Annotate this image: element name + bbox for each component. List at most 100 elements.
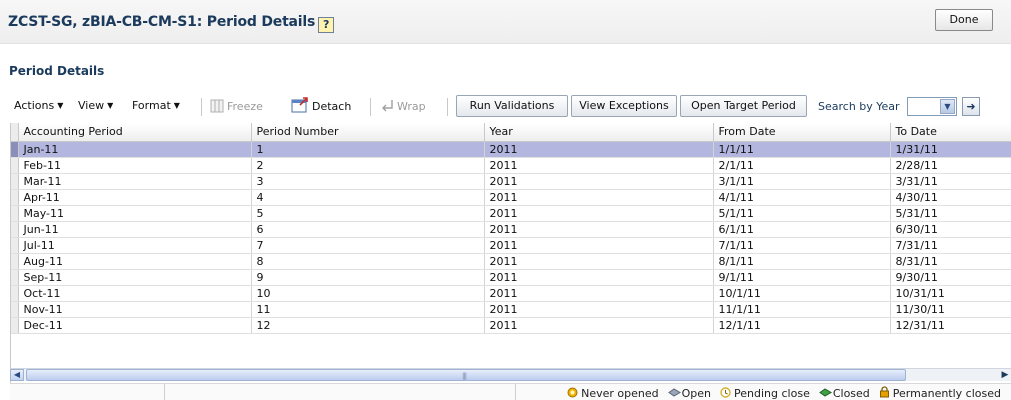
- row-header[interactable]: [11, 253, 19, 270]
- table-cell: 6: [251, 221, 485, 238]
- table-row[interactable]: Jun-11 6 2011 6/1/11 6/30/11: [11, 221, 1011, 238]
- table-cell: Oct-11: [18, 285, 252, 302]
- view-exceptions-button[interactable]: View Exceptions: [571, 95, 677, 117]
- table-cell: 3/31/11: [890, 173, 1011, 190]
- go-button[interactable]: ➜: [962, 97, 980, 116]
- table-cell: 2011: [484, 253, 714, 270]
- grip-icon: |||: [462, 372, 467, 380]
- column-header[interactable]: Period Number: [251, 123, 485, 142]
- view-menu[interactable]: View ▼: [78, 99, 113, 112]
- freeze-icon: [210, 99, 224, 116]
- closed-icon: [818, 387, 832, 397]
- table-cell: 2011: [484, 173, 714, 190]
- table-row[interactable]: Jul-11 7 2011 7/1/11 7/31/11: [11, 237, 1011, 254]
- open-target-period-button[interactable]: Open Target Period: [680, 95, 807, 117]
- table-row[interactable]: Aug-11 8 2011 8/1/11 8/31/11: [11, 253, 1011, 270]
- row-header[interactable]: [11, 189, 19, 206]
- table-row[interactable]: Oct-11 10 2011 10/1/11 10/31/11: [11, 285, 1011, 302]
- row-header[interactable]: [11, 205, 19, 222]
- table-cell: 2011: [484, 141, 714, 158]
- table-cell: Jan-11: [18, 141, 252, 158]
- scroll-right-icon[interactable]: ▶: [999, 369, 1011, 381]
- help-icon[interactable]: ?: [318, 17, 335, 33]
- chevron-down-icon[interactable]: ▼: [940, 99, 955, 114]
- status-cell: [10, 384, 165, 400]
- year-select[interactable]: ▼: [907, 97, 957, 116]
- row-header[interactable]: [11, 285, 19, 302]
- table-cell: 11/30/11: [890, 301, 1011, 318]
- actions-menu[interactable]: Actions ▼: [14, 99, 63, 112]
- row-header[interactable]: [11, 237, 19, 254]
- row-header[interactable]: [11, 301, 19, 318]
- detach-button[interactable]: Detach: [291, 96, 351, 116]
- table-row[interactable]: Mar-11 3 2011 3/1/11 3/31/11: [11, 173, 1011, 190]
- table-cell: 2: [251, 157, 485, 174]
- table-cell: 7/31/11: [890, 237, 1011, 254]
- table-cell: 9/1/11: [713, 269, 891, 286]
- freeze-button[interactable]: Freeze: [210, 99, 263, 116]
- row-header[interactable]: [11, 173, 19, 190]
- page-title-text: ZCST-SG, zBIA-CB-CM-S1: Period Details: [8, 14, 316, 30]
- table-cell: 4/30/11: [890, 189, 1011, 206]
- period-table: Accounting Period Period Number Year Fro…: [10, 123, 1011, 389]
- table-cell: 10/1/11: [713, 285, 891, 302]
- legend-item: Closed: [818, 387, 870, 400]
- table-header-row: Accounting Period Period Number Year Fro…: [11, 123, 1011, 142]
- table-row[interactable]: Sep-11 9 2011 9/1/11 9/30/11: [11, 269, 1011, 286]
- row-header[interactable]: [11, 141, 19, 158]
- table-cell: 10/31/11: [890, 285, 1011, 302]
- table-cell: 7: [251, 237, 485, 254]
- column-header[interactable]: From Date: [713, 123, 891, 142]
- table-cell: 7/1/11: [713, 237, 891, 254]
- wrap-icon: [380, 99, 394, 116]
- format-menu[interactable]: Format ▼: [132, 99, 180, 112]
- table-row[interactable]: May-11 5 2011 5/1/11 5/31/11: [11, 205, 1011, 222]
- table-cell: 2011: [484, 157, 714, 174]
- format-menu-label: Format: [132, 99, 171, 112]
- column-header[interactable]: Accounting Period: [18, 123, 252, 142]
- never-opened-icon: [567, 387, 578, 398]
- table-cell: 6/30/11: [890, 221, 1011, 238]
- scrollbar-thumb[interactable]: |||: [26, 369, 906, 381]
- column-header[interactable]: To Date: [890, 123, 1011, 142]
- table-cell: 10: [251, 285, 485, 302]
- wrap-button[interactable]: Wrap: [380, 99, 426, 116]
- detach-label: Detach: [312, 100, 352, 113]
- run-validations-button[interactable]: Run Validations: [456, 95, 568, 117]
- legend-item: Never opened: [567, 387, 659, 400]
- status-bar: Never opened Open Pending close Closed Perma…: [10, 383, 1011, 400]
- wrap-label: Wrap: [397, 100, 426, 113]
- row-header-corner: [11, 123, 19, 142]
- done-button[interactable]: Done: [935, 9, 993, 31]
- table-cell: 2011: [484, 269, 714, 286]
- column-header[interactable]: Year: [484, 123, 714, 142]
- legend-label: Permanently closed: [892, 387, 1001, 400]
- row-header[interactable]: [11, 269, 19, 286]
- table-cell: 9/30/11: [890, 269, 1011, 286]
- table-cell: 2011: [484, 221, 714, 238]
- row-header[interactable]: [11, 317, 19, 334]
- table-cell: Dec-11: [18, 317, 252, 334]
- table-cell: 5/1/11: [713, 205, 891, 222]
- row-header[interactable]: [11, 221, 19, 238]
- table-cell: 11: [251, 301, 485, 318]
- table-row[interactable]: Feb-11 2 2011 2/1/11 2/28/11: [11, 157, 1011, 174]
- scroll-left-icon[interactable]: ◀: [10, 369, 24, 381]
- table-body: Jan-11 1 2011 1/1/11 1/31/11 Feb-11 2 2011 2/1/1…: [11, 141, 1011, 334]
- open-icon: [667, 387, 681, 397]
- table-cell: 2/28/11: [890, 157, 1011, 174]
- table-row[interactable]: Jan-11 1 2011 1/1/11 1/31/11: [11, 141, 1011, 158]
- table-row[interactable]: Apr-11 4 2011 4/1/11 4/30/11: [11, 189, 1011, 206]
- toolbar-divider: [201, 98, 202, 116]
- table-row[interactable]: Dec-11 12 2011 12/1/11 12/31/11: [11, 317, 1011, 334]
- table-row[interactable]: Nov-11 11 2011 11/1/11 11/30/11: [11, 301, 1011, 318]
- horizontal-scrollbar[interactable]: ◀ ||| ▶: [10, 368, 1011, 381]
- permanently-closed-icon: [879, 386, 889, 398]
- table-cell: 12/1/11: [713, 317, 891, 334]
- table-cell: Nov-11: [18, 301, 252, 318]
- table-cell: Mar-11: [18, 173, 252, 190]
- table-cell: Apr-11: [18, 189, 252, 206]
- table-cell: 6/1/11: [713, 221, 891, 238]
- table-cell: 5: [251, 205, 485, 222]
- row-header[interactable]: [11, 157, 19, 174]
